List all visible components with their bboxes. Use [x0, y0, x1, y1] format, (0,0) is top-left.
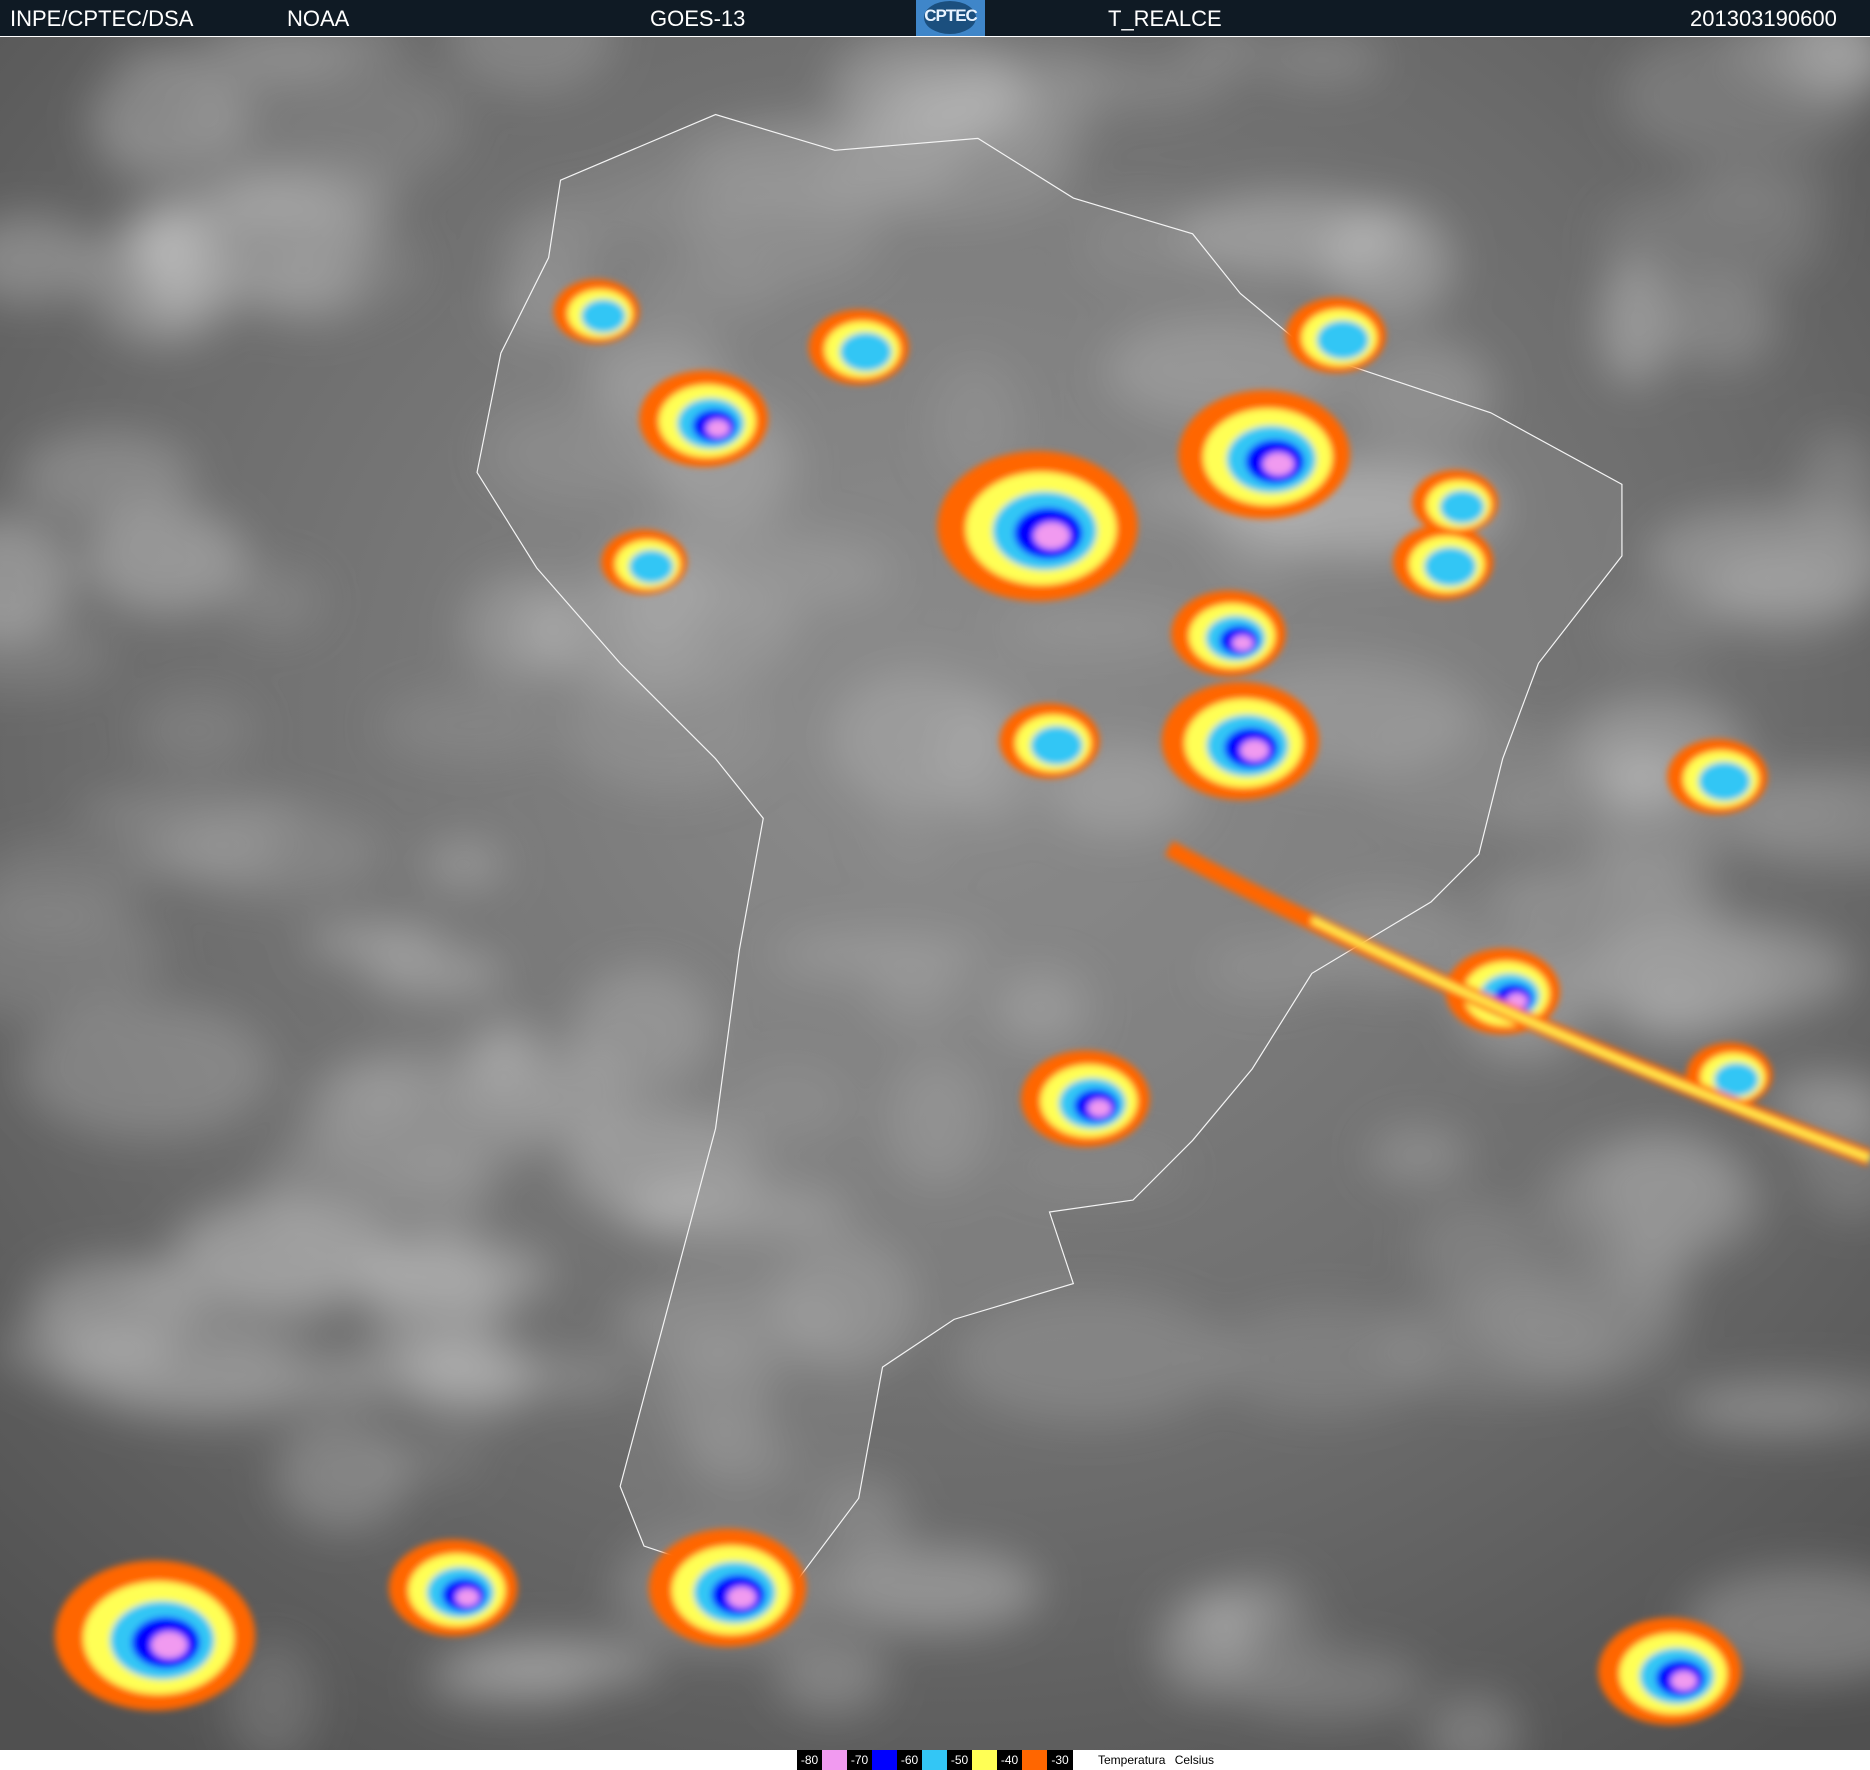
cloud-wisp	[136, 691, 256, 770]
storm-cell	[1232, 635, 1253, 651]
satellite-label: GOES-13	[650, 6, 746, 31]
storm-cell	[1030, 726, 1083, 766]
cloud-wisp	[332, 1064, 430, 1135]
legend-swatch-orange	[1022, 1750, 1047, 1770]
cloud-wisp	[20, 1000, 273, 1140]
storm-cell	[1671, 1671, 1697, 1691]
cloud-wisp	[176, 212, 423, 320]
storm-cell	[581, 299, 626, 333]
cloud-wisp	[1260, 37, 1385, 85]
cloud-wisp	[260, 1130, 396, 1253]
source-label: NOAA	[287, 6, 350, 31]
legend-label: -30	[1047, 1750, 1073, 1770]
storm-cell	[727, 1586, 756, 1608]
legend-label: -40	[997, 1750, 1022, 1770]
agency-label: INPE/CPTEC/DSA	[10, 6, 194, 31]
satellite-image-viewer: INPE/CPTEC/DSA NOAA GOES-13 CPTEC T_REAL…	[0, 0, 1870, 1770]
storm-cell	[839, 332, 892, 372]
legend-swatch-pink	[822, 1750, 847, 1770]
cloud-wisp	[1600, 183, 1825, 292]
cloud-wisp	[1210, 1304, 1440, 1415]
storm-cell	[1439, 490, 1485, 524]
cloud-wisp	[111, 43, 354, 83]
cloud-wisp	[420, 839, 507, 889]
timestamp-label: 201303190600	[1690, 6, 1837, 31]
storm-cell	[1240, 739, 1269, 761]
cloud-wisp	[425, 1655, 592, 1710]
legend-swatch-cyan	[922, 1750, 947, 1770]
header-bar: INPE/CPTEC/DSA NOAA GOES-13 CPTEC T_REAL…	[0, 0, 1870, 36]
cloud-wisp	[0, 1319, 176, 1382]
cloud-wisp	[1022, 59, 1225, 111]
cloud-wisp	[345, 1235, 553, 1314]
cloud-wisp	[1594, 927, 1777, 1046]
legend-swatch-blue	[872, 1750, 897, 1770]
legend-label: -60	[897, 1750, 922, 1770]
temperature-legend: -80 -70 -60 -50 -40 -30 Temperatura Cels…	[0, 1750, 1870, 1770]
legend-label: -70	[847, 1750, 872, 1770]
storm-cell	[1316, 320, 1369, 360]
storm-cell	[1424, 547, 1477, 587]
cloud-wisp	[774, 1633, 887, 1715]
legend-label: -80	[797, 1750, 822, 1770]
legend-label: -50	[947, 1750, 972, 1770]
cloud-wisp	[227, 565, 323, 637]
legend-title: Temperatura Celsius	[1098, 1753, 1215, 1767]
storm-cell	[706, 419, 730, 437]
storm-cell	[1087, 1099, 1112, 1117]
legend-swatch-yellow	[972, 1750, 997, 1770]
cptec-logo: CPTEC	[916, 0, 985, 36]
satellite-map	[0, 37, 1870, 1750]
storm-cell	[1263, 452, 1294, 476]
cloud-wisp	[17, 430, 196, 524]
cloud-wisp	[950, 1291, 1230, 1424]
product-label: T_REALCE	[1108, 6, 1222, 31]
cloud-wisp	[428, 1078, 532, 1118]
cloud-wisp	[172, 807, 385, 900]
cloud-wisp	[1368, 1125, 1470, 1186]
cloud-wisp	[275, 1419, 410, 1532]
cloud-wisp	[99, 119, 211, 189]
cloud-wisp	[1539, 1134, 1767, 1269]
cloud-wisp	[304, 921, 444, 960]
cloud-wisp	[1665, 279, 1778, 370]
storm-cell	[151, 1631, 188, 1659]
cloud-wisp	[310, 1344, 531, 1402]
logo-text: CPTEC	[924, 6, 978, 25]
cloud-wisp	[378, 690, 560, 762]
storm-cell	[628, 549, 674, 584]
storm-cell	[1698, 761, 1751, 801]
cloud-wisp	[1157, 1594, 1249, 1698]
storm-cell	[1033, 522, 1070, 550]
cloud-wisp	[1480, 861, 1724, 943]
cloud-wisp	[1598, 596, 1724, 659]
storm-cell	[455, 1588, 480, 1607]
